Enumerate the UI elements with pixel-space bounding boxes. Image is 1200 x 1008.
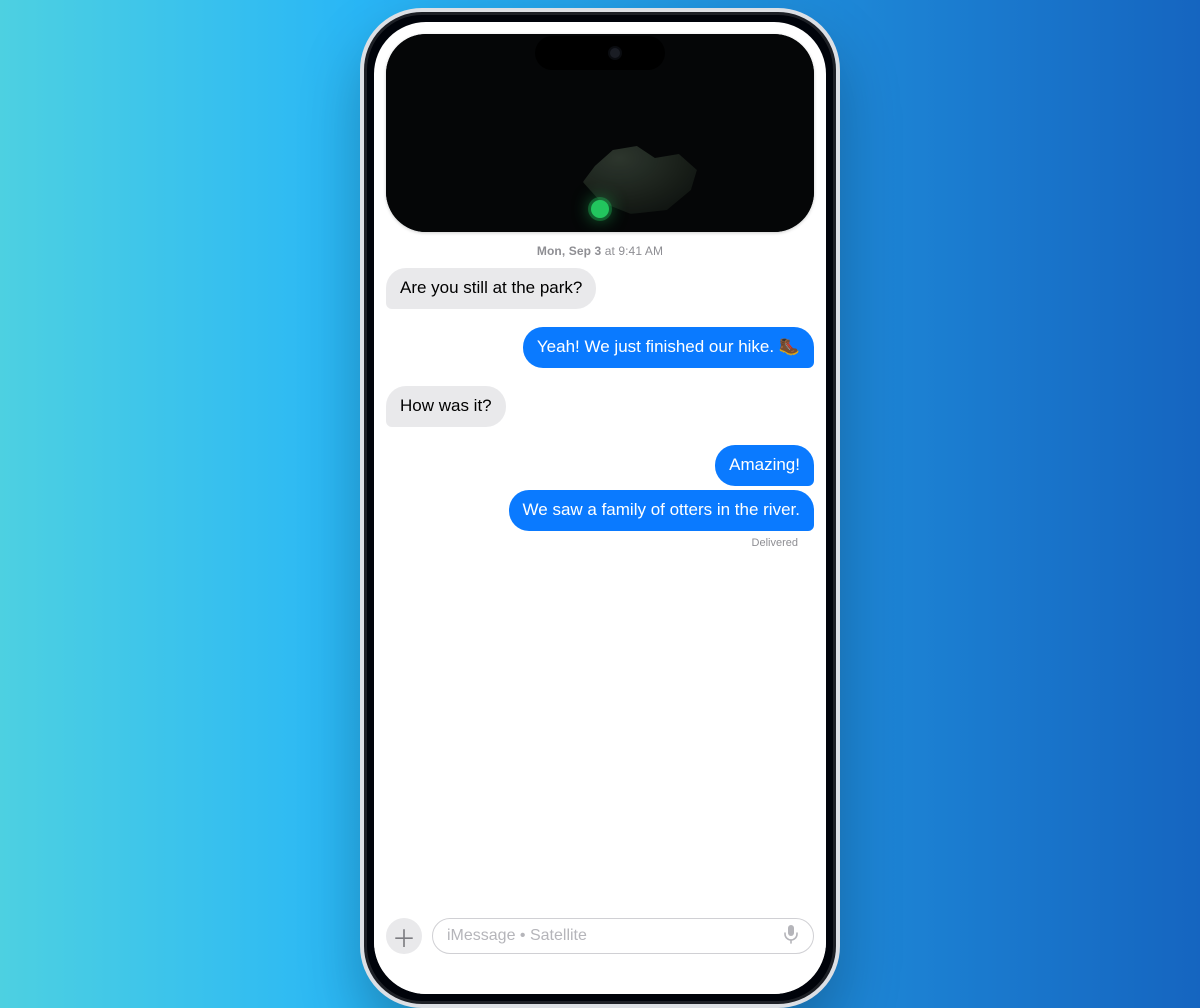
message-received[interactable]: How was it?	[386, 386, 814, 427]
conversation: Mon, Sep 3 at 9:41 AM Are you still at t…	[374, 244, 826, 549]
timestamp-day: Mon, Sep 3	[537, 244, 601, 258]
message-bubble: Amazing!	[715, 445, 814, 486]
message-bubble: Are you still at the park?	[386, 268, 596, 309]
side-button-power	[838, 212, 840, 302]
side-button-silent	[360, 142, 362, 172]
message-bubble: We saw a family of otters in the river.	[509, 490, 814, 531]
dynamic-island	[535, 36, 665, 70]
compose-bar: ＋	[374, 906, 826, 994]
side-button-volume-up	[360, 192, 362, 247]
message-bubble: Yeah! We just finished our hike. 🥾	[523, 327, 814, 368]
dictation-button[interactable]	[779, 920, 803, 953]
message-sent[interactable]: We saw a family of otters in the river.	[386, 490, 814, 531]
microphone-icon	[783, 924, 799, 944]
add-attachment-button[interactable]: ＋	[386, 918, 422, 954]
message-input[interactable]	[447, 927, 779, 945]
message-sent[interactable]: Amazing!	[386, 445, 814, 486]
message-input-wrap[interactable]	[432, 918, 814, 954]
message-received[interactable]: Are you still at the park?	[386, 268, 814, 309]
screen: Keep Pointing at Satellite Connected Mon…	[374, 22, 826, 994]
user-location-dot	[591, 200, 609, 218]
delivery-status: Delivered	[386, 535, 814, 549]
message-sent[interactable]: Yeah! We just finished our hike. 🥾	[386, 327, 814, 368]
plus-icon: ＋	[392, 919, 416, 954]
side-button-volume-down	[360, 257, 362, 312]
timestamp: Mon, Sep 3 at 9:41 AM	[386, 244, 814, 258]
iphone-frame: Keep Pointing at Satellite Connected Mon…	[360, 8, 840, 1008]
timestamp-time: 9:41 AM	[618, 244, 663, 258]
message-bubble: How was it?	[386, 386, 506, 427]
